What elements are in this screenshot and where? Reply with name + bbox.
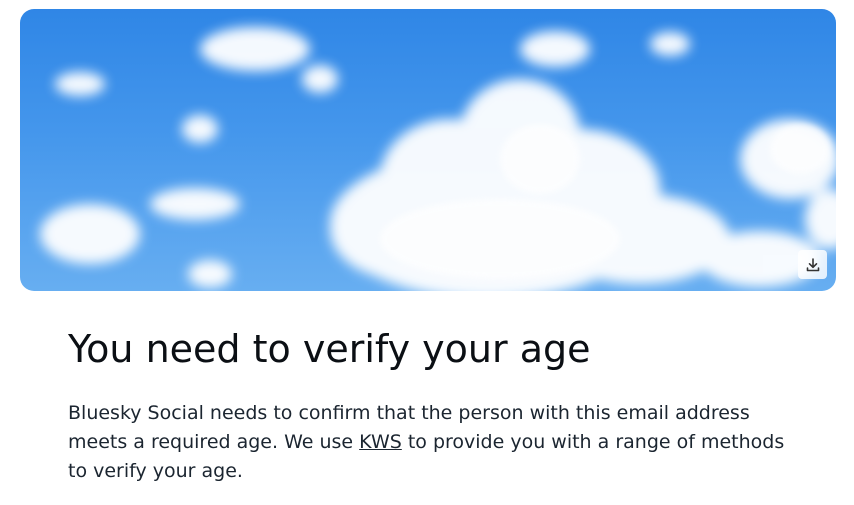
sky-banner-image xyxy=(20,9,836,291)
verification-message: Bluesky Social needs to confirm that the… xyxy=(68,399,798,486)
page-title: You need to verify your age xyxy=(68,327,591,371)
download-button[interactable] xyxy=(798,250,827,279)
age-verification-page: You need to verify your age Bluesky Soci… xyxy=(0,0,854,505)
kws-link[interactable]: KWS xyxy=(359,431,402,453)
clouds-illustration xyxy=(40,27,836,291)
download-icon xyxy=(806,257,819,271)
